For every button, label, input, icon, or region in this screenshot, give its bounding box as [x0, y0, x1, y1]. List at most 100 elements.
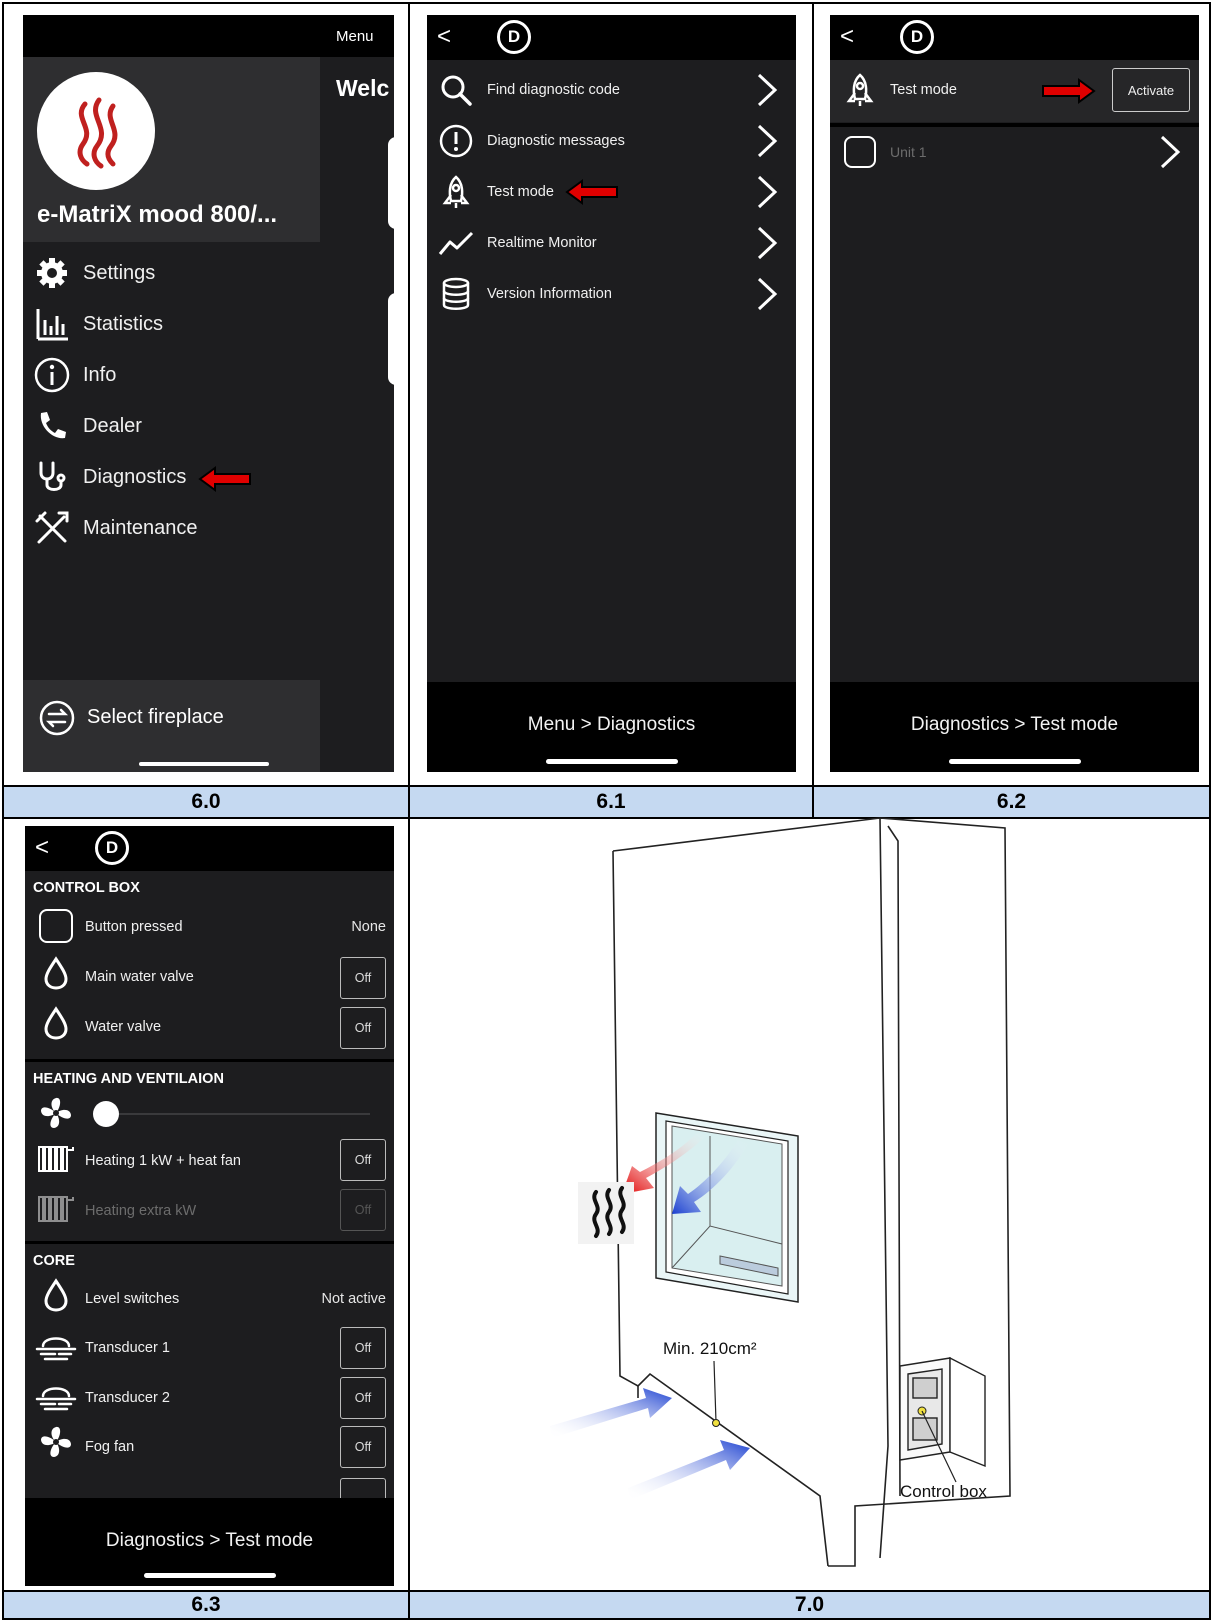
heating-extra-toggle: Off — [340, 1189, 386, 1231]
unit-row[interactable]: Unit 1 — [830, 130, 1199, 174]
water-drop-icon — [43, 1006, 69, 1045]
select-fireplace-bar[interactable]: Select fireplace — [23, 680, 320, 772]
sidebar-item-label: Dealer — [83, 414, 142, 437]
select-fireplace-label: Select fireplace — [87, 706, 224, 728]
transducer2-label: Transducer 2 — [85, 1390, 170, 1406]
fan-icon — [37, 1094, 75, 1137]
home-indicator — [545, 759, 678, 764]
list-item-version-information[interactable]: Version Information — [427, 269, 796, 319]
section-heating: HEATING AND VENTILAION — [33, 1071, 224, 1087]
sidebar-item-statistics[interactable]: Statistics — [23, 299, 394, 349]
red-arrow-activate — [1042, 78, 1096, 104]
welcome-fragment: Welc — [336, 75, 390, 101]
chevron-right-icon — [757, 175, 778, 209]
button-pressed-label: Button pressed — [85, 919, 183, 935]
table-border-v2 — [812, 2, 814, 817]
water-valve-toggle[interactable]: Off — [340, 1007, 386, 1049]
footer: Menu > Diagnostics — [427, 682, 796, 772]
transducer2-toggle[interactable]: Off — [340, 1377, 386, 1419]
checkbox-icon — [39, 909, 73, 943]
fireplace-installation-drawing: Min. 210cm² Control box — [410, 806, 1210, 1586]
rocket-icon — [437, 173, 475, 211]
brand-d-logo: D — [497, 20, 531, 54]
divider — [25, 1241, 394, 1244]
checkbox-icon[interactable] — [844, 136, 876, 168]
list-item-label: Realtime Monitor — [487, 235, 597, 251]
swap-icon — [39, 700, 75, 741]
chevron-right-icon — [1160, 135, 1181, 169]
sidebar-item-label: Info — [83, 363, 117, 386]
list-item-find-diagnostic-code[interactable]: Find diagnostic code — [427, 65, 796, 115]
list-item-label: Test mode — [487, 184, 554, 200]
list-item-label: Find diagnostic code — [487, 82, 620, 98]
list-item-label: Version Information — [487, 286, 612, 302]
breadcrumb: Diagnostics > Test mode — [910, 714, 1119, 735]
topbar — [25, 826, 394, 871]
transducer-icon — [35, 1328, 77, 1367]
list-item-label: Diagnostic messages — [487, 133, 625, 149]
heating1-toggle[interactable]: Off — [340, 1139, 386, 1181]
main-water-valve-toggle[interactable]: Off — [340, 957, 386, 999]
radiator-icon — [37, 1194, 77, 1229]
heating1-label: Heating 1 kW + heat fan — [85, 1153, 241, 1169]
sidebar-item-maintenance[interactable]: Maintenance — [23, 503, 394, 553]
home-indicator — [948, 759, 1081, 764]
chevron-right-icon — [757, 124, 778, 158]
unit-label: Unit 1 — [890, 144, 927, 160]
fog-fan-toggle[interactable]: Off — [340, 1426, 386, 1468]
chevron-right-icon — [757, 277, 778, 311]
chevron-right-icon — [757, 73, 778, 107]
table-border-bottom — [2, 1618, 1211, 1620]
trend-icon — [437, 224, 475, 262]
sidebar-item-info[interactable]: Info — [23, 350, 394, 400]
fan-speed-slider-track[interactable] — [95, 1113, 370, 1115]
alert-icon — [437, 122, 475, 160]
table-border-top — [2, 2, 1211, 4]
fan-icon — [37, 1423, 75, 1466]
activate-button[interactable]: Activate — [1112, 68, 1190, 112]
transducer1-toggle[interactable]: Off — [340, 1327, 386, 1369]
topbar — [830, 15, 1199, 60]
transducer1-label: Transducer 1 — [85, 1340, 170, 1356]
screenshot-test-mode-controls: < D CONTROL BOX Button pressed None Main… — [25, 826, 394, 1586]
brand-d-logo: D — [900, 20, 934, 54]
list-item-realtime-monitor[interactable]: Realtime Monitor — [427, 218, 796, 268]
figure-label-6-0: 6.0 — [4, 787, 408, 817]
water-drop-icon — [43, 956, 69, 995]
level-switches-label: Level switches — [85, 1291, 180, 1307]
control-box-label: Control box — [900, 1482, 987, 1501]
breadcrumb: Menu > Diagnostics — [527, 714, 696, 735]
back-chevron-icon[interactable]: < — [840, 23, 854, 51]
water-valve-label: Water valve — [85, 1019, 162, 1035]
section-control-box: CONTROL BOX — [33, 880, 140, 896]
stethoscope-icon — [33, 458, 71, 496]
next-toggle-partial — [340, 1478, 386, 1498]
heating-extra-label: Heating extra kW — [85, 1203, 197, 1219]
screenshot-main-menu: Menu e-MatriX mood 800/... Welc Settings… — [23, 15, 394, 772]
rocket-icon — [844, 73, 876, 112]
cabinet-illustration — [550, 817, 1011, 1567]
fan-speed-slider-thumb[interactable] — [93, 1101, 119, 1127]
red-arrow-test-mode — [565, 179, 618, 205]
list-item-diagnostic-messages[interactable]: Diagnostic messages — [427, 116, 796, 166]
device-name: e-MatriX mood 800/... — [37, 201, 278, 228]
chevron-right-icon — [757, 226, 778, 260]
back-chevron-icon[interactable]: < — [437, 23, 451, 51]
red-arrow-diagnostics — [198, 466, 251, 492]
database-icon — [437, 275, 475, 313]
transducer-icon — [35, 1378, 77, 1417]
screenshot-diagnostics-menu: < D Find diagnostic code Diagnostic mess… — [427, 15, 796, 772]
sidebar-item-label: Statistics — [83, 312, 164, 335]
menu-tab[interactable]: Menu — [336, 28, 374, 45]
phone-icon — [33, 407, 71, 445]
sidebar-item-settings[interactable]: Settings — [23, 248, 394, 298]
sidebar-item-dealer[interactable]: Dealer — [23, 401, 394, 451]
footer: Diagnostics > Test mode — [25, 1498, 394, 1586]
section-core: CORE — [33, 1253, 75, 1269]
test-mode-title: Test mode — [890, 82, 957, 98]
tools-icon — [33, 509, 71, 547]
radiator-icon — [37, 1144, 77, 1179]
water-drop-icon — [43, 1278, 69, 1317]
back-chevron-icon[interactable]: < — [35, 834, 49, 862]
topbar — [427, 15, 796, 60]
